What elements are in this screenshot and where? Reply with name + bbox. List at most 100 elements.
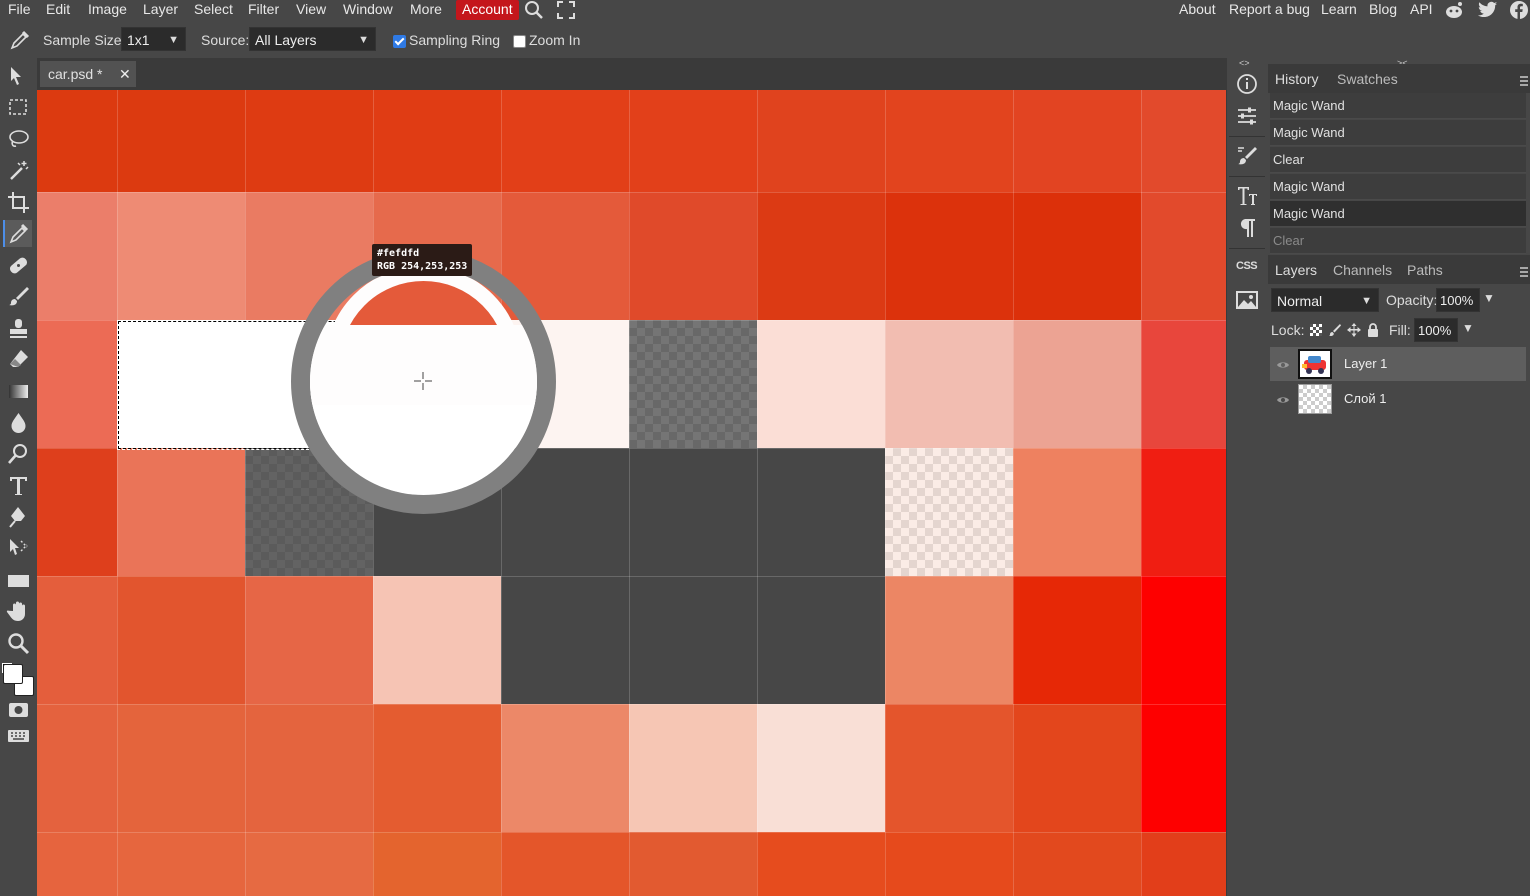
zoom-in-checkbox[interactable] [513, 35, 526, 48]
layer-row[interactable]: Layer 1 [1270, 347, 1526, 381]
eye-icon[interactable] [1276, 358, 1290, 370]
lock-transparency-icon[interactable] [1309, 323, 1323, 340]
paragraph-icon[interactable] [1235, 216, 1259, 240]
blend-mode-select[interactable]: Normal ▼ [1271, 288, 1379, 312]
hand-tool-icon[interactable] [5, 598, 32, 625]
marquee-tool-icon[interactable] [5, 94, 32, 121]
menu-window[interactable]: Window [339, 0, 397, 20]
history-item[interactable]: Magic Wand [1270, 201, 1526, 227]
brush-tool-icon[interactable] [5, 283, 32, 310]
quick-mask-icon[interactable] [5, 699, 32, 721]
link-blog[interactable]: Blog [1369, 0, 1397, 20]
document-tab-bar: car.psd * ✕ [37, 58, 1226, 90]
type-tool-icon[interactable] [5, 472, 32, 499]
history-item[interactable]: Magic Wand [1270, 93, 1526, 119]
image-icon[interactable] [1235, 288, 1259, 312]
pen-tool-icon[interactable] [5, 504, 32, 531]
link-learn[interactable]: Learn [1321, 0, 1357, 20]
rectangle-tool-icon[interactable] [5, 567, 32, 594]
foreground-color-swatch[interactable] [3, 664, 23, 684]
menu-view[interactable]: View [292, 0, 330, 20]
fill-input[interactable]: 100% [1414, 318, 1458, 342]
facebook-icon[interactable] [1508, 0, 1530, 20]
history-item[interactable]: Magic Wand [1270, 174, 1526, 200]
gradient-tool-icon[interactable] [5, 378, 32, 405]
opacity-input[interactable]: 100% [1436, 288, 1480, 312]
chevron-down-icon: ▼ [168, 34, 179, 46]
twitter-icon[interactable] [1477, 0, 1499, 20]
search-icon[interactable] [523, 0, 545, 20]
tab-paths[interactable]: Paths [1402, 257, 1448, 283]
tab-swatches[interactable]: Swatches [1332, 66, 1403, 92]
zoom-in-label[interactable]: Zoom In [529, 32, 580, 48]
expand-arrows-icon[interactable]: <> [1239, 58, 1250, 68]
blur-tool-icon[interactable] [5, 409, 32, 436]
character-icon[interactable] [1235, 184, 1259, 208]
crosshair-icon [414, 372, 432, 390]
lasso-tool-icon[interactable] [5, 126, 32, 153]
layer-row[interactable]: Слой 1 [1270, 382, 1526, 416]
image-pixel [1013, 448, 1141, 576]
sampling-ring-checkbox[interactable] [393, 35, 406, 48]
adjustments-icon[interactable] [1235, 104, 1259, 128]
magic-wand-tool-icon[interactable] [5, 157, 32, 184]
image-pixel [37, 448, 117, 576]
pixel-grid-line [629, 90, 630, 896]
link-about[interactable]: About [1179, 0, 1216, 20]
lock-all-icon[interactable] [1366, 323, 1380, 340]
source-select[interactable]: All Layers ▼ [249, 27, 376, 51]
lock-position-icon[interactable] [1347, 323, 1361, 340]
menu-edit[interactable]: Edit [42, 0, 74, 20]
eraser-tool-icon[interactable] [5, 346, 32, 373]
crop-tool-icon[interactable] [5, 189, 32, 216]
layer-name: Layer 1 [1344, 356, 1388, 371]
menu-more[interactable]: More [406, 0, 446, 20]
zoom-tool-icon[interactable] [5, 630, 32, 657]
reddit-icon[interactable] [1443, 0, 1465, 20]
keyboard-icon[interactable] [5, 726, 32, 746]
eyedropper-tool-button[interactable] [3, 220, 32, 247]
color-readout-tooltip: #fefdfd RGB 254,253,253 [372, 244, 473, 276]
sampling-ring-label[interactable]: Sampling Ring [409, 32, 500, 48]
document-tab[interactable]: car.psd * ✕ [40, 61, 136, 87]
fullscreen-icon[interactable] [556, 0, 578, 20]
sample-size-select[interactable]: 1x1 ▼ [121, 27, 186, 51]
history-item[interactable]: Clear [1270, 228, 1526, 254]
document-tab-title: car.psd * [48, 66, 103, 82]
link-report-bug[interactable]: Report a bug [1229, 0, 1310, 20]
info-icon[interactable] [1235, 72, 1259, 96]
brush-settings-icon[interactable] [1235, 144, 1259, 168]
opacity-dropdown-icon[interactable]: ▼ [1483, 291, 1495, 305]
close-icon[interactable]: ✕ [119, 61, 131, 87]
path-select-tool-icon[interactable] [5, 535, 32, 562]
move-tool-icon[interactable] [5, 63, 32, 90]
css-icon[interactable]: CSS [1236, 260, 1258, 272]
tab-channels[interactable]: Channels [1328, 257, 1397, 283]
fill-label: Fill: [1389, 322, 1411, 338]
fill-dropdown-icon[interactable]: ▼ [1462, 321, 1474, 335]
tab-history[interactable]: History [1270, 66, 1324, 92]
dodge-tool-icon[interactable] [5, 441, 32, 468]
color-swatches[interactable] [2, 661, 36, 697]
canvas[interactable]: #fefdfd RGB 254,253,253 [37, 90, 1226, 896]
healing-tool-icon[interactable] [5, 252, 32, 279]
eye-icon[interactable] [1276, 393, 1290, 405]
panel-menu-icon[interactable] [1519, 74, 1529, 90]
menu-select[interactable]: Select [190, 0, 237, 20]
menu-file[interactable]: File [4, 0, 35, 20]
menu-layer[interactable]: Layer [139, 0, 182, 20]
lock-pixels-icon[interactable] [1328, 323, 1342, 340]
menu-account[interactable]: Account [456, 0, 519, 20]
history-item[interactable]: Clear [1270, 147, 1526, 173]
menu-image[interactable]: Image [84, 0, 131, 20]
image-pixel [1013, 192, 1141, 320]
menu-filter[interactable]: Filter [244, 0, 283, 20]
clone-stamp-tool-icon[interactable] [5, 315, 32, 342]
link-api[interactable]: API [1410, 0, 1433, 20]
panel-menu-icon[interactable] [1519, 265, 1529, 281]
opacity-value: 100% [1440, 293, 1474, 308]
history-item[interactable]: Magic Wand [1270, 120, 1526, 146]
image-pixel [885, 576, 1013, 704]
tab-layers[interactable]: Layers [1270, 257, 1323, 283]
lock-label: Lock: [1271, 322, 1305, 338]
